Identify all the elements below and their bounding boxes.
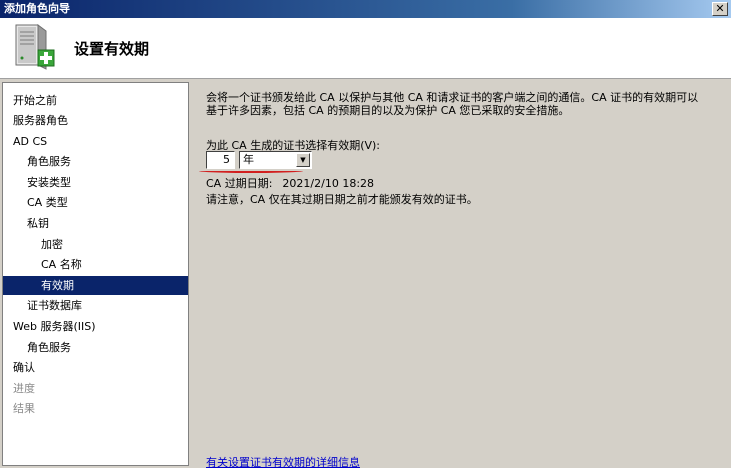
- intro-line: 基于许多因素，包括 CA 的预期目的以及为保护 CA 您已采取的安全措施。: [206, 104, 570, 117]
- step-iis-role-services[interactable]: 角色服务: [3, 338, 188, 357]
- step-ca-name[interactable]: CA 名称: [3, 255, 188, 274]
- validity-help-link[interactable]: 有关设置证书有效期的详细信息: [206, 454, 360, 468]
- step-label: 结果: [13, 402, 35, 415]
- step-certificate-database[interactable]: 证书数据库: [3, 296, 188, 315]
- validity-note: 请注意，CA 仅在其过期日期之前才能颁发有效的证书。: [206, 193, 478, 206]
- step-label: CA 名称: [41, 258, 82, 271]
- expiry-value: 2021/2/10 18:28: [282, 177, 375, 190]
- step-role-services[interactable]: 角色服务: [3, 152, 188, 171]
- step-label: 服务器角色: [13, 114, 68, 127]
- step-ca-type[interactable]: CA 类型: [3, 193, 188, 212]
- page-title: 设置有效期: [74, 40, 150, 58]
- step-label: CA 类型: [27, 196, 68, 209]
- step-progress: 进度: [3, 379, 188, 398]
- step-label: 加密: [41, 238, 63, 251]
- step-validity-period[interactable]: 有效期: [3, 276, 188, 295]
- intro-text: 会将一个证书颁发给此 CA 以保护与其他 CA 和请求证书的客户端之间的通信。C…: [206, 91, 716, 117]
- wizard-step-list: 开始之前 服务器角色 AD CS 角色服务 安装类型 CA 类型 私钥 加密 C…: [2, 82, 189, 466]
- validity-period-value: 5: [223, 153, 230, 166]
- server-add-icon: [15, 24, 55, 70]
- title-bar: 添加角色向导 ✕: [0, 0, 731, 18]
- step-private-key[interactable]: 私钥: [3, 214, 188, 233]
- annotation-underline: [199, 169, 303, 173]
- step-server-roles[interactable]: 服务器角色: [3, 111, 188, 130]
- step-cryptography[interactable]: 加密: [3, 235, 188, 254]
- intro-line: 会将一个证书颁发给此 CA 以保护与其他 CA 和请求证书的客户端之间的通信。C…: [206, 91, 699, 104]
- step-ad-cs[interactable]: AD CS: [3, 132, 188, 151]
- close-icon: ✕: [715, 2, 725, 15]
- chevron-down-icon: ▼: [300, 156, 306, 164]
- step-label: Web 服务器(IIS): [13, 320, 96, 333]
- step-label: 进度: [13, 382, 35, 395]
- validity-period-input[interactable]: 5: [206, 151, 235, 169]
- step-label: 开始之前: [13, 94, 57, 107]
- dropdown-arrow-button[interactable]: ▼: [296, 153, 310, 167]
- step-label: 确认: [13, 361, 35, 374]
- step-setup-type[interactable]: 安装类型: [3, 173, 188, 192]
- step-confirmation[interactable]: 确认: [3, 358, 188, 377]
- step-results: 结果: [3, 399, 188, 418]
- step-label: 有效期: [41, 279, 74, 292]
- close-button[interactable]: ✕: [712, 2, 728, 16]
- expiry-label: CA 过期日期:: [206, 177, 273, 190]
- step-label: 安装类型: [27, 176, 71, 189]
- wizard-header: 设置有效期: [0, 18, 731, 79]
- step-label: AD CS: [13, 135, 48, 148]
- validity-unit-value: 年: [243, 153, 254, 166]
- step-label: 角色服务: [27, 155, 71, 168]
- step-before-you-begin[interactable]: 开始之前: [3, 91, 188, 110]
- step-label: 证书数据库: [27, 299, 82, 312]
- ca-expiry-date: CA 过期日期: 2021/2/10 18:28: [206, 175, 374, 191]
- content-panel: 会将一个证书颁发给此 CA 以保护与其他 CA 和请求证书的客户端之间的通信。C…: [192, 80, 730, 468]
- validity-unit-select[interactable]: 年 ▼: [239, 151, 312, 169]
- step-label: 角色服务: [27, 341, 71, 354]
- step-web-server-iis[interactable]: Web 服务器(IIS): [3, 317, 188, 336]
- step-label: 私钥: [27, 217, 49, 230]
- window-title: 添加角色向导: [4, 2, 70, 15]
